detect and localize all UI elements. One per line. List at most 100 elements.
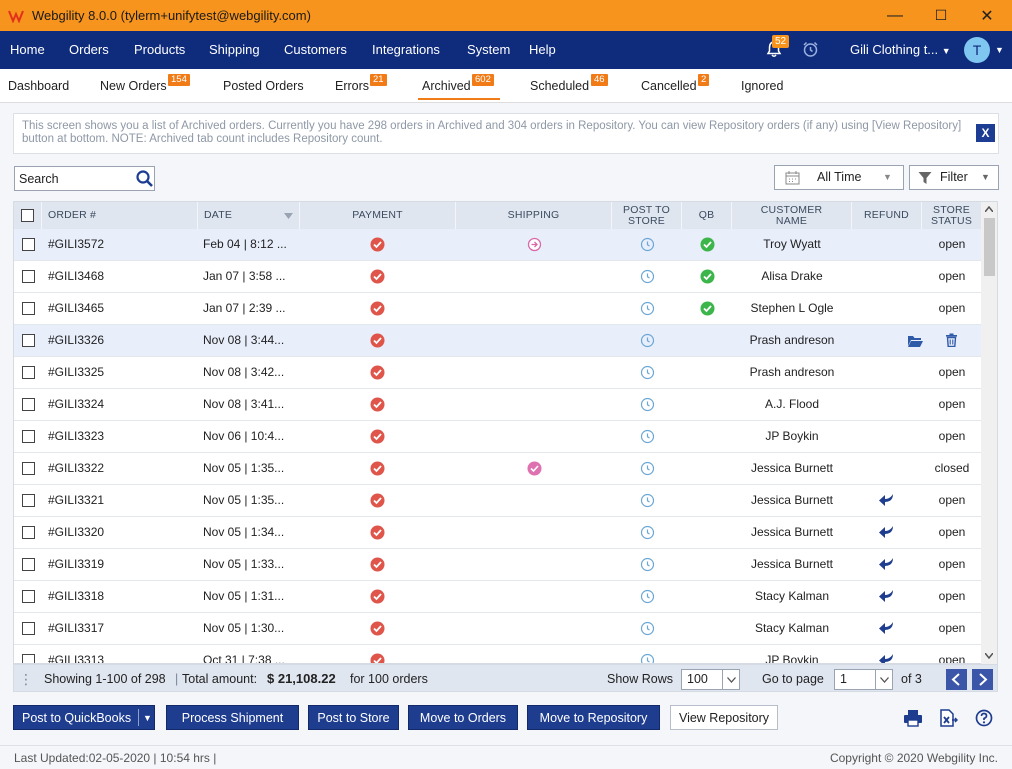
refund-icon[interactable] (878, 621, 895, 639)
table-row[interactable]: #GILI3317 Nov 05 | 1:30... Stacy Kalman ope… (14, 613, 982, 645)
table-row[interactable]: #GILI3313 Oct 31 | 7:38 ... JP Boykin open (14, 645, 982, 663)
prev-page-button[interactable] (946, 669, 967, 690)
table-row[interactable]: #GILI3321 Nov 05 | 1:35... Jessica Burnett… (14, 485, 982, 517)
row-checkbox[interactable] (22, 430, 35, 443)
table-row[interactable]: #GILI3468 Jan 07 | 3:58 ... Alisa Drake ope… (14, 261, 982, 293)
scroll-thumb[interactable] (984, 218, 995, 276)
row-checkbox[interactable] (22, 334, 35, 347)
nav-products[interactable]: Products (134, 31, 185, 69)
page-select[interactable]: 1 (834, 669, 893, 690)
scroll-down-icon[interactable] (985, 653, 993, 659)
avatar[interactable]: T (964, 37, 990, 63)
view-repository-button[interactable]: View Repository (670, 705, 778, 730)
grid-scrollbar[interactable] (981, 202, 997, 664)
order-number[interactable]: #GILI3323 (48, 421, 198, 452)
nav-customers[interactable]: Customers (284, 31, 347, 69)
tab-cancelled[interactable]: Cancelled (641, 79, 697, 93)
refund-icon[interactable] (878, 525, 895, 543)
row-checkbox[interactable] (22, 462, 35, 475)
excel-export-icon[interactable] (938, 709, 958, 727)
table-row[interactable]: #GILI3318 Nov 05 | 1:31... Stacy Kalman ope… (14, 581, 982, 613)
table-row[interactable]: #GILI3325 Nov 08 | 3:42... Prash andreson o… (14, 357, 982, 389)
column-header-order[interactable]: ORDER # (42, 202, 198, 229)
refund-icon[interactable] (878, 589, 895, 607)
chevron-down-icon[interactable]: ▼ (995, 31, 1004, 69)
order-number[interactable]: #GILI3317 (48, 613, 198, 644)
scroll-up-icon[interactable] (985, 206, 993, 212)
order-number[interactable]: #GILI3465 (48, 293, 198, 324)
nav-system[interactable]: System (467, 31, 510, 69)
chevron-down-icon[interactable]: ▼ (143, 706, 152, 731)
tab-posted-orders[interactable]: Posted Orders (223, 79, 304, 93)
maximize-button[interactable]: ☐ (918, 0, 964, 31)
order-number[interactable]: #GILI3572 (48, 229, 198, 260)
select-all-checkbox[interactable] (21, 209, 34, 222)
table-row[interactable]: #GILI3326 Nov 08 | 3:44... Prash andreson (14, 325, 982, 357)
tab-errors[interactable]: Errors (335, 79, 369, 93)
order-number[interactable]: #GILI3321 (48, 485, 198, 516)
row-checkbox[interactable] (22, 398, 35, 411)
nav-home[interactable]: Home (10, 31, 45, 69)
folder-open-icon[interactable] (907, 334, 923, 351)
search-input[interactable] (15, 167, 125, 190)
move-to-orders-button[interactable]: Move to Orders (408, 705, 518, 730)
refund-icon[interactable] (878, 557, 895, 575)
tab-dashboard[interactable]: Dashboard (8, 79, 69, 93)
nav-shipping[interactable]: Shipping (209, 31, 260, 69)
table-row[interactable]: #GILI3320 Nov 05 | 1:34... Jessica Burnett… (14, 517, 982, 549)
process-shipment-button[interactable]: Process Shipment (166, 705, 299, 730)
table-row[interactable]: #GILI3324 Nov 08 | 3:41... A.J. Flood open (14, 389, 982, 421)
order-number[interactable]: #GILI3326 (48, 325, 198, 356)
store-selector[interactable]: Gili Clothing t... ▼ (850, 31, 951, 69)
row-checkbox[interactable] (22, 302, 35, 315)
shipping-arrow-icon[interactable] (527, 237, 542, 255)
table-row[interactable]: #GILI3319 Nov 05 | 1:33... Jessica Burnett… (14, 549, 982, 581)
table-row[interactable]: #GILI3572 Feb 04 | 8:12 ... Troy Wyatt open (14, 229, 982, 261)
date-range-select[interactable]: All Time ▼ (774, 165, 904, 190)
row-checkbox[interactable] (22, 494, 35, 507)
nav-orders[interactable]: Orders (69, 31, 109, 69)
notice-close-button[interactable]: X (976, 124, 995, 142)
row-checkbox[interactable] (22, 366, 35, 379)
help-icon[interactable] (975, 709, 993, 727)
nav-integrations[interactable]: Integrations (372, 31, 440, 69)
order-number[interactable]: #GILI3324 (48, 389, 198, 420)
post-to-quickbooks-button[interactable]: Post to QuickBooks ▼ (13, 705, 155, 730)
tab-ignored[interactable]: Ignored (741, 79, 783, 93)
next-page-button[interactable] (972, 669, 993, 690)
row-checkbox[interactable] (22, 270, 35, 283)
order-number[interactable]: #GILI3320 (48, 517, 198, 548)
search-icon[interactable] (135, 169, 154, 188)
close-button[interactable]: ✕ (964, 0, 1010, 31)
table-row[interactable]: #GILI3322 Nov 05 | 1:35... Jessica Burnett… (14, 453, 982, 485)
drag-handle-icon[interactable]: ⋮ (19, 665, 33, 693)
row-checkbox[interactable] (22, 526, 35, 539)
show-rows-select[interactable]: 100 (681, 669, 740, 690)
order-number[interactable]: #GILI3468 (48, 261, 198, 292)
filter-button[interactable]: Filter ▼ (909, 165, 999, 190)
row-checkbox[interactable] (22, 590, 35, 603)
order-number[interactable]: #GILI3325 (48, 357, 198, 388)
post-to-store-button[interactable]: Post to Store (308, 705, 399, 730)
row-checkbox[interactable] (22, 558, 35, 571)
order-number[interactable]: #GILI3322 (48, 453, 198, 484)
tab-archived[interactable]: Archived (422, 79, 471, 93)
order-number[interactable]: #GILI3318 (48, 581, 198, 612)
row-checkbox[interactable] (22, 238, 35, 251)
move-to-repository-button[interactable]: Move to Repository (527, 705, 660, 730)
row-checkbox[interactable] (22, 622, 35, 635)
row-checkbox[interactable] (22, 654, 35, 663)
order-number[interactable]: #GILI3319 (48, 549, 198, 580)
tab-scheduled[interactable]: Scheduled (530, 79, 589, 93)
table-row[interactable]: #GILI3465 Jan 07 | 2:39 ... Stephen L Ogle… (14, 293, 982, 325)
printer-icon[interactable] (903, 709, 923, 727)
order-number[interactable]: #GILI3313 (48, 645, 198, 663)
table-row[interactable]: #GILI3323 Nov 06 | 10:4... JP Boykin open (14, 421, 982, 453)
refund-icon[interactable] (878, 493, 895, 511)
column-header-date[interactable]: DATE (198, 202, 300, 229)
refund-icon[interactable] (878, 653, 895, 663)
tab-new-orders[interactable]: New Orders (100, 79, 167, 93)
alarm-clock-icon[interactable] (802, 41, 819, 58)
minimize-button[interactable]: — (872, 0, 918, 31)
nav-help[interactable]: Help (529, 31, 556, 69)
